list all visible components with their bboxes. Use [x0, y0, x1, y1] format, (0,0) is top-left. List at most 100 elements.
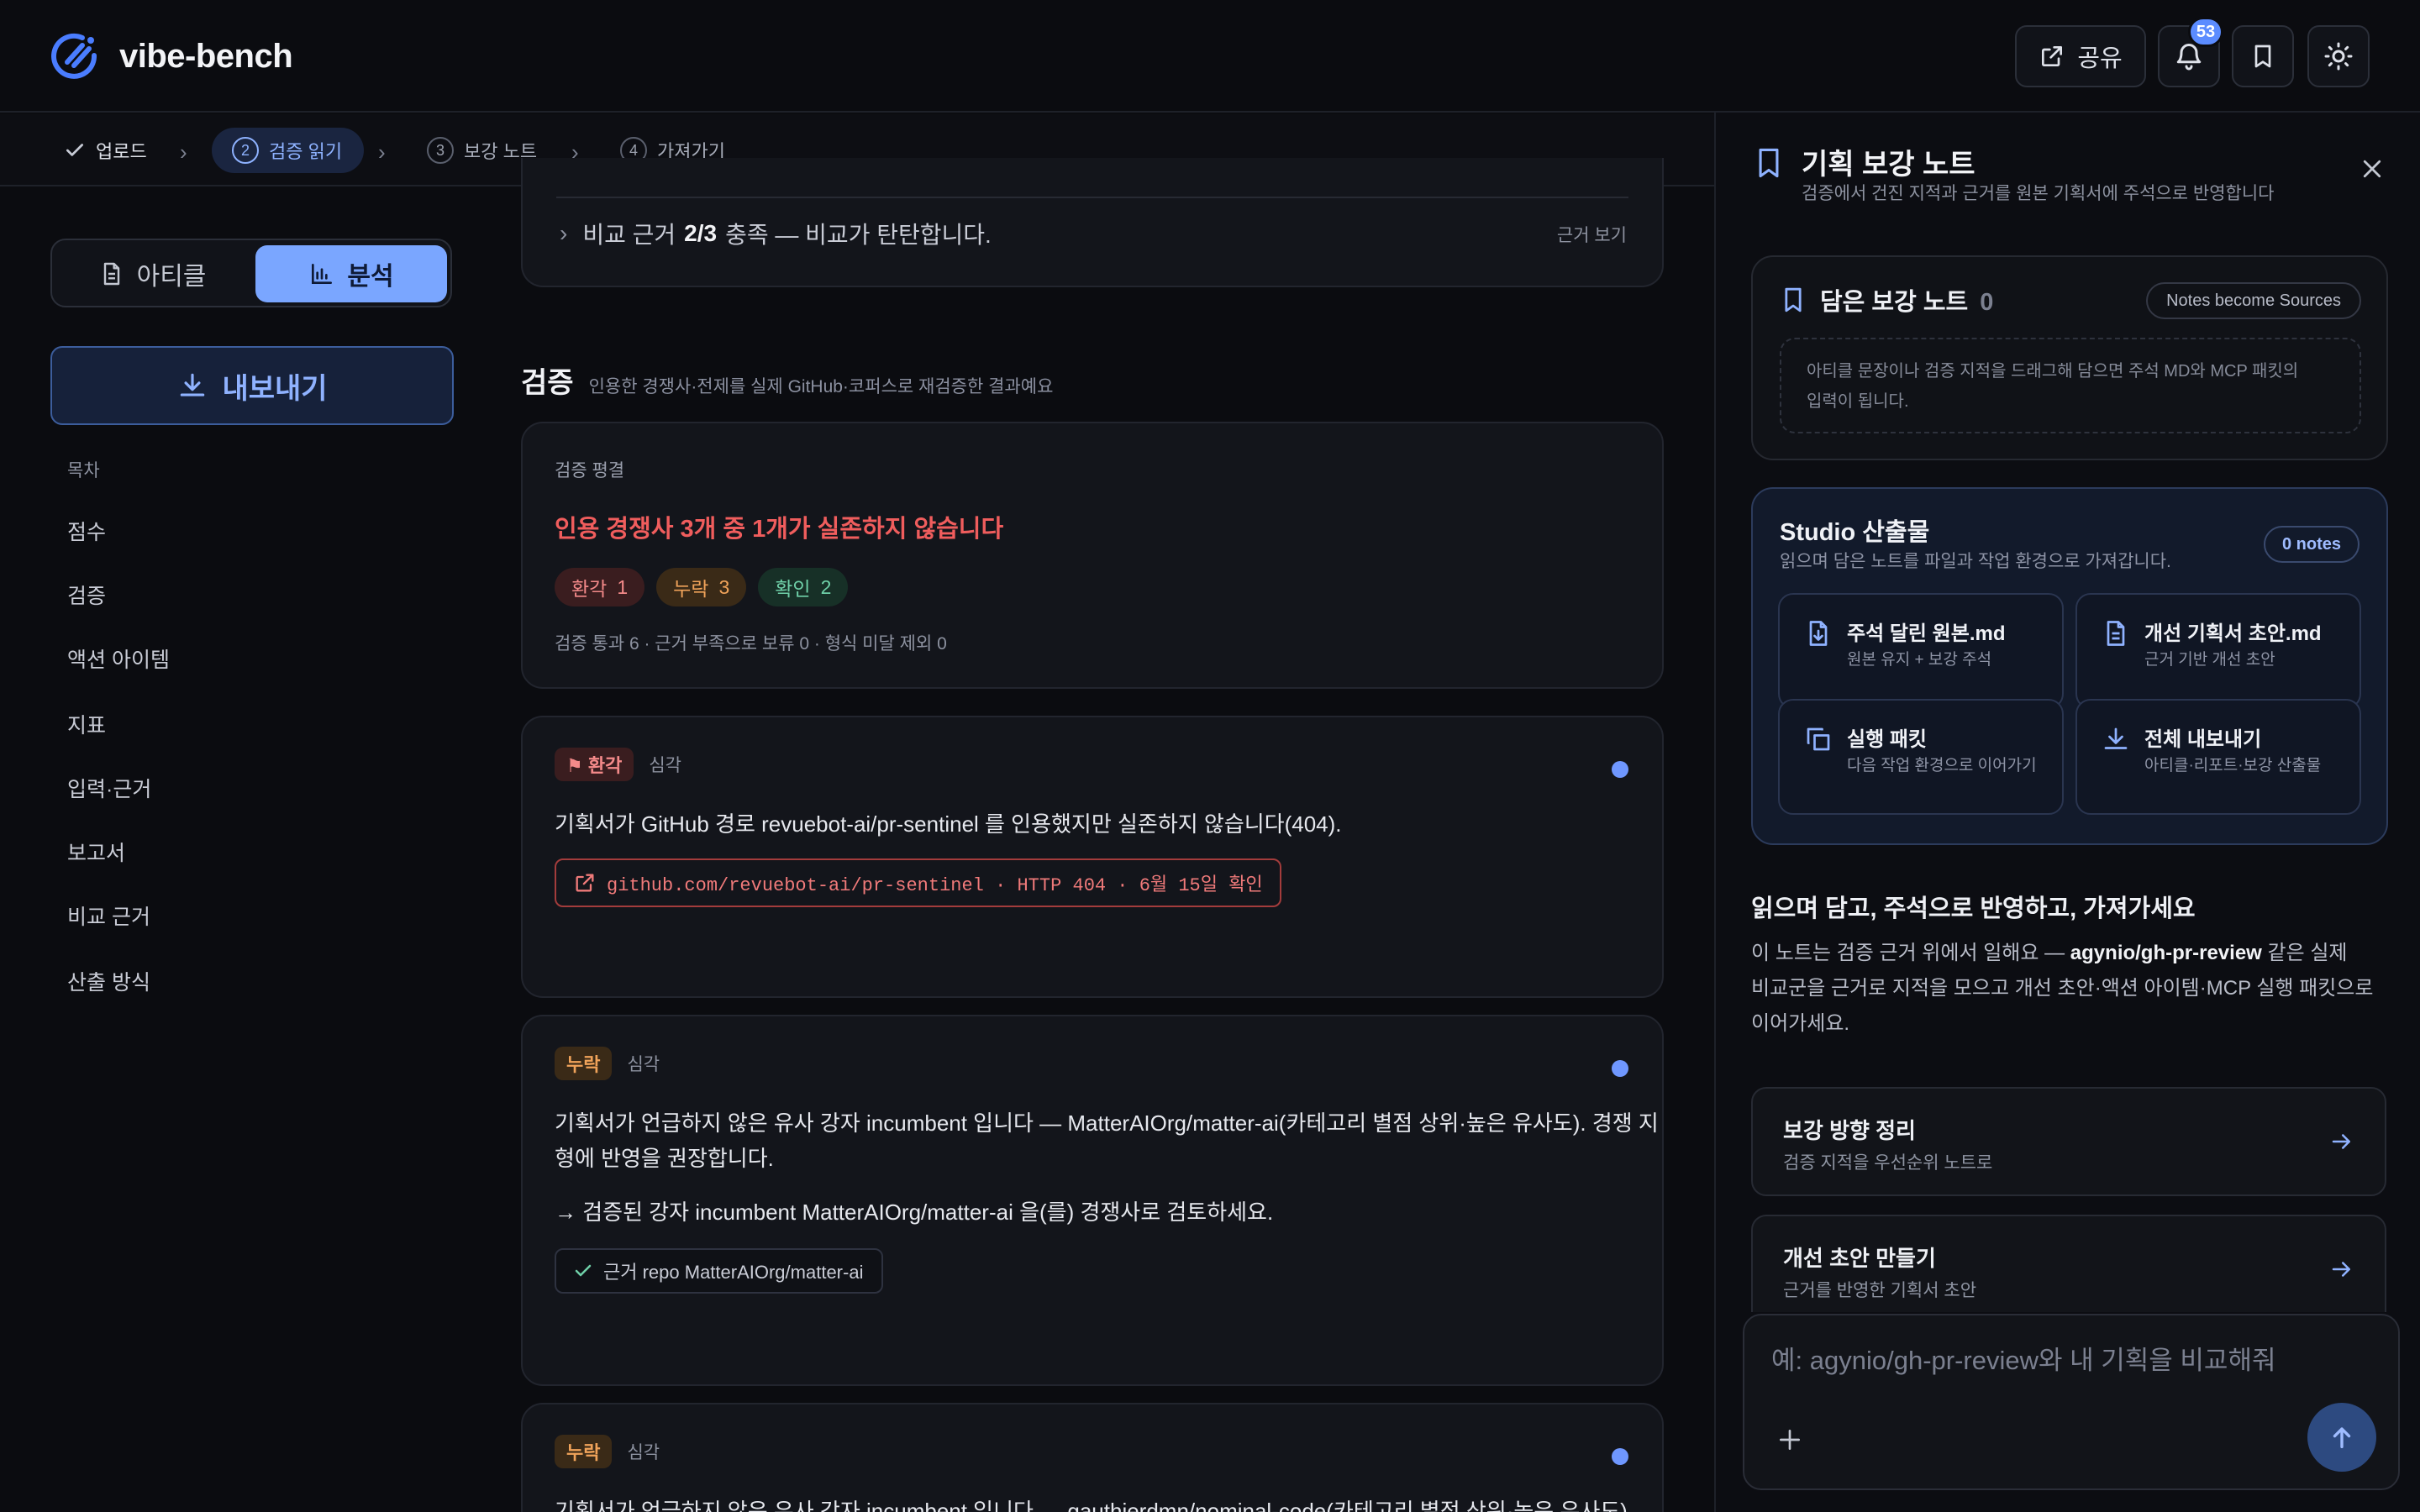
comparison-prefix: 비교 근거 [582, 222, 676, 248]
comparison-toggle[interactable]: › 비교 근거 2/3 충족 — 비교가 탄탄합니다. [560, 217, 992, 250]
toc-item-score[interactable]: 점수 [67, 516, 106, 546]
view-toggle: 아티클 분석 [50, 239, 452, 307]
pill-count: 3 [718, 575, 730, 598]
logo-icon [51, 33, 97, 79]
issue-header: 누락 심각 [555, 1047, 660, 1080]
toc-item-verification[interactable]: 검증 [67, 580, 106, 610]
bookmark-icon [1759, 148, 1779, 178]
share-button[interactable]: 공유 [2015, 25, 2146, 87]
arrow-up-icon [2333, 1427, 2351, 1449]
issue-card-missing[interactable]: 누락 심각 기획서가 언급하지 않은 유사 강자 incumbent 입니다 —… [521, 1015, 1664, 1386]
severity-label: 심각 [627, 1443, 660, 1462]
notification-count-badge: 53 [2188, 17, 2223, 47]
saved-notes-box: 담은 보강 노트 0 Notes become Sources 아티클 문장이나… [1751, 255, 2388, 460]
severity-label: 심각 [649, 756, 681, 775]
studio-tile-export-all[interactable]: 전체 내보내기 아티클·리포트·보강 산출물 [2075, 699, 2361, 815]
tile-title: 주석 달린 원본.md [1847, 622, 2006, 645]
studio-title: Studio 산출물 [1780, 519, 1930, 546]
issue-recommendation: → 검증된 강자 incumbent MatterAIOrg/matter-ai… [555, 1200, 1274, 1225]
arrow-right-icon [2332, 1134, 2350, 1149]
step-verify-read[interactable]: 2 검증 읽기 [212, 128, 365, 173]
tile-desc: 다음 작업 환경으로 이어가기 [1847, 757, 2037, 774]
toc-item-comparison[interactable]: 비교 근거 [67, 900, 150, 931]
logo[interactable]: vibe-bench [49, 30, 293, 82]
close-icon[interactable] [2360, 156, 2385, 181]
tile-desc: 아티클·리포트·보강 산출물 [2144, 757, 2322, 774]
intro-text: 이 노트는 검증 근거 위에서 일해요 — [1751, 942, 2070, 964]
action-title: 보강 방향 정리 [1783, 1118, 1916, 1143]
missing-pill: 누락 3 [656, 568, 747, 606]
theme-toggle-button[interactable] [2307, 25, 2370, 87]
copy-icon [1807, 727, 1830, 751]
intro-line: 이 노트는 검증 근거 위에서 일해요 — agynio/gh-pr-revie… [1751, 936, 2395, 971]
hint-line: 입력이 됩니다. [1807, 392, 1909, 411]
action-make-draft[interactable]: 개선 초안 만들기 근거를 반영한 기획서 초안 [1751, 1215, 2386, 1312]
missing-tag: 누락 [555, 1435, 613, 1468]
notes-panel: 기획 보강 노트 검증에서 건진 지적과 근거를 원본 기획서에 주석으로 반영… [1714, 113, 2420, 1512]
notes-count-chip: 0 notes [2263, 526, 2360, 563]
bar-chart-icon [312, 264, 333, 284]
export-button[interactable]: 내보내기 [50, 346, 454, 425]
evidence-repo-chip[interactable]: 근거 repo MatterAIOrg/matter-ai [555, 1248, 884, 1294]
intro-repo: agynio/gh-pr-review [2070, 942, 2262, 964]
step-label: 업로드 [96, 141, 147, 162]
evidence-text: github.com/revuebot-ai/pr-sentinel · HTT… [607, 875, 1263, 896]
plus-icon[interactable] [1776, 1426, 1803, 1453]
view-evidence-link[interactable]: 근거 보기 [1557, 222, 1627, 247]
studio-tile-exec-packet[interactable]: 실행 패킷 다음 작업 환경으로 이어가기 [1778, 699, 2064, 815]
tab-analysis[interactable]: 분석 [255, 245, 447, 302]
check-icon [66, 144, 84, 156]
verdict-card: 검증 평결 인용 경쟁사 3개 중 1개가 실존하지 않습니다 환각 1 누락 … [521, 422, 1664, 689]
hallucination-tag: ⚑ 환각 [555, 748, 634, 781]
toc-item-action-items[interactable]: 액션 아이템 [67, 643, 170, 674]
external-link-icon [2042, 46, 2063, 66]
sun-icon [2324, 42, 2353, 71]
tile-title: 전체 내보내기 [2144, 728, 2262, 751]
action-organize-direction[interactable]: 보강 방향 정리 검증 지적을 우선순위 노트로 [1751, 1087, 2386, 1196]
tile-title: 실행 패킷 [1847, 728, 1927, 751]
issue-card-missing-2[interactable]: 누락 심각 기획서가 언급하지 않은 유사 강자 incumbent 입니다 —… [521, 1403, 1664, 1512]
step-upload[interactable]: 업로드 [64, 128, 147, 173]
issue-card-hallucination[interactable]: ⚑ 환각 심각 기획서가 GitHub 경로 revuebot-ai/pr-se… [521, 716, 1664, 998]
send-button[interactable] [2307, 1403, 2376, 1472]
comparison-suffix: 충족 — 비교가 탄탄합니다. [725, 222, 992, 248]
step-label: 검증 읽기 [269, 141, 343, 162]
tab-article[interactable]: 아티클 [57, 245, 247, 302]
notes-sources-chip: Notes become Sources [2146, 282, 2361, 319]
action-desc: 검증 지적을 우선순위 노트로 [1783, 1153, 1993, 1173]
evidence-link-chip[interactable]: github.com/revuebot-ai/pr-sentinel · HTT… [555, 858, 1281, 907]
download-icon [2104, 727, 2128, 749]
file-download-icon [1809, 621, 1828, 646]
verdict-summary: 검증 통과 6 · 근거 부족으로 보류 0 · 형식 미달 제외 0 [555, 634, 947, 654]
drop-zone[interactable]: 아티클 문장이나 검증 지적을 드래그해 담으면 주석 MD와 MCP 패킷의 … [1780, 338, 2361, 433]
chat-input[interactable] [1771, 1337, 2360, 1384]
hallucination-pill: 환각 1 [555, 568, 645, 606]
toc-item-method[interactable]: 산출 방식 [67, 966, 150, 996]
intro-text: 같은 실제 [2261, 942, 2348, 964]
intro-line: 이어가세요. [1751, 1012, 1850, 1035]
section-title: 검증 [521, 367, 574, 399]
external-link-icon [576, 874, 594, 892]
arrow-right-icon [2332, 1262, 2350, 1277]
tile-desc: 원본 유지 + 보강 주석 [1847, 651, 1992, 669]
app-header: vibe-bench 공유 53 [0, 0, 2420, 113]
bookmark-button[interactable] [2232, 25, 2294, 87]
studio-tile-improved-draft[interactable]: 개선 기획서 초안.md 근거 기반 개선 초안 [2075, 593, 2361, 709]
app-name: vibe-bench [119, 37, 293, 75]
evidence-text: 근거 repo MatterAIOrg/matter-ai [603, 1262, 864, 1283]
toc-heading: 목차 [67, 461, 100, 480]
chevron-right-icon: › [560, 220, 568, 246]
studio-box: Studio 산출물 읽으며 담은 노트를 파일과 작업 환경으로 가져갑니다.… [1751, 487, 2388, 845]
toc-item-report[interactable]: 보고서 [67, 837, 125, 867]
pill-count: 1 [617, 575, 629, 598]
unread-dot [1612, 761, 1628, 778]
tile-title: 개선 기획서 초안.md [2144, 622, 2322, 645]
section-header: 검증 인용한 경쟁사·전제를 실제 GitHub·코퍼스로 재검증한 결과예요 [521, 360, 1053, 401]
verdict-label: 검증 평결 [555, 461, 625, 480]
toc-item-metrics[interactable]: 지표 [67, 709, 106, 739]
studio-tile-annotated-md[interactable]: 주석 달린 원본.md 원본 유지 + 보강 주석 [1778, 593, 2064, 709]
toc-item-input-evidence[interactable]: 입력·근거 [67, 773, 151, 803]
severity-label: 심각 [627, 1055, 660, 1074]
pill-label: 누락 [673, 578, 709, 600]
drop-zone-hint: 아티클 문장이나 검증 지적을 드래그해 담으면 주석 MD와 MCP 패킷의 … [1807, 356, 2298, 417]
